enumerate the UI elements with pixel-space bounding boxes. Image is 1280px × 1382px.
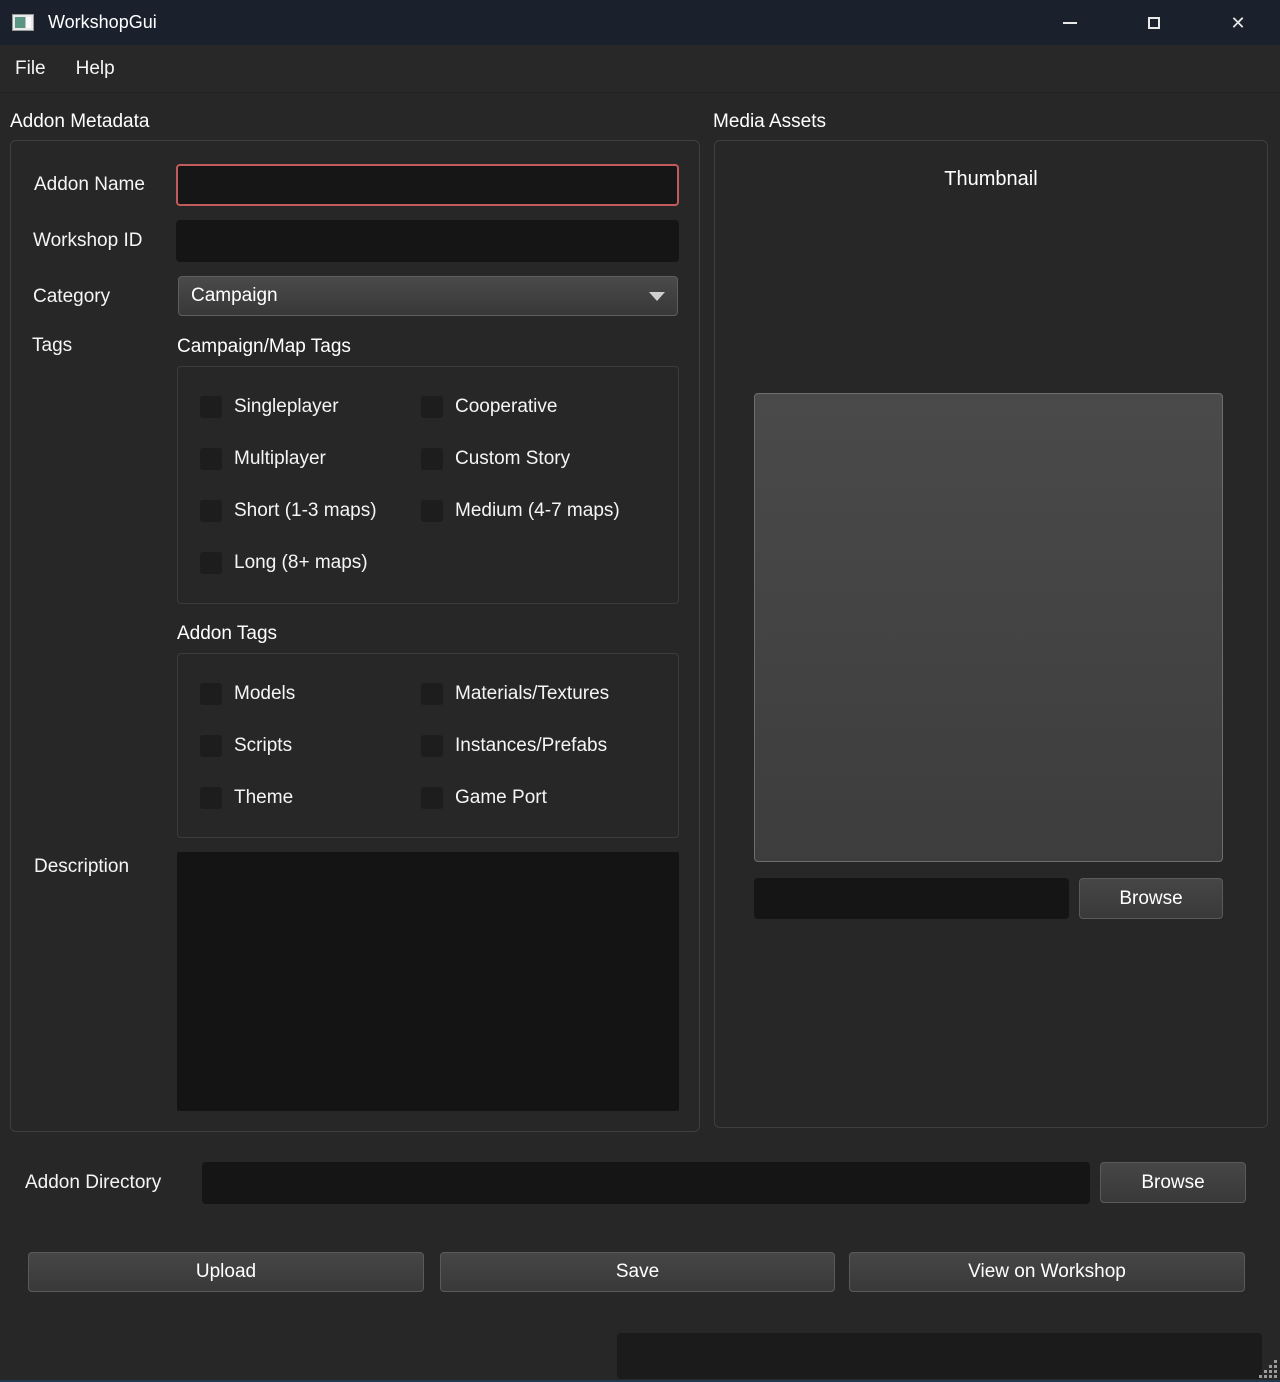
thumbnail-preview <box>754 393 1223 862</box>
checkbox-label: Theme <box>234 787 293 809</box>
campaign-map-tags-group: Singleplayer Cooperative Multiplayer Cus… <box>177 366 679 604</box>
resize-grip[interactable] <box>1258 1359 1278 1379</box>
campaign-map-tags-title: Campaign/Map Tags <box>177 336 351 358</box>
app-icon <box>12 14 34 31</box>
close-button[interactable]: ✕ <box>1196 0 1280 45</box>
checkbox-label: Materials/Textures <box>455 683 609 705</box>
checkbox-label: Medium (4-7 maps) <box>455 500 620 522</box>
upload-button[interactable]: Upload <box>28 1252 424 1292</box>
checkbox-long-maps[interactable]: Long (8+ maps) <box>200 552 421 574</box>
addon-name-label: Addon Name <box>34 174 145 196</box>
addon-directory-input[interactable] <box>202 1162 1090 1204</box>
checkbox-label: Singleplayer <box>234 396 339 418</box>
checkbox-label: Multiplayer <box>234 448 326 470</box>
description-label: Description <box>34 856 129 878</box>
description-textarea[interactable] <box>177 852 679 1111</box>
save-button[interactable]: Save <box>440 1252 835 1292</box>
checkbox-box[interactable] <box>421 787 443 809</box>
addon-directory-browse-button[interactable]: Browse <box>1100 1162 1246 1203</box>
checkbox-label: Long (8+ maps) <box>234 552 368 574</box>
checkbox-theme[interactable]: Theme <box>200 787 421 809</box>
checkbox-box[interactable] <box>200 396 222 418</box>
checkbox-custom-story[interactable]: Custom Story <box>421 448 678 470</box>
checkbox-box[interactable] <box>421 396 443 418</box>
addon-metadata-section-label: Addon Metadata <box>10 111 149 133</box>
addon-directory-label: Addon Directory <box>25 1172 161 1194</box>
thumbnail-browse-button[interactable]: Browse <box>1079 878 1223 919</box>
checkbox-box[interactable] <box>421 500 443 522</box>
workshopgui-window: WorkshopGui ✕ File Help Addon Metadata M… <box>0 0 1280 1382</box>
checkbox-box[interactable] <box>421 448 443 470</box>
checkbox-multiplayer[interactable]: Multiplayer <box>200 448 421 470</box>
window-title: WorkshopGui <box>48 12 157 33</box>
checkbox-scripts[interactable]: Scripts <box>200 735 421 757</box>
checkbox-cooperative[interactable]: Cooperative <box>421 396 678 418</box>
category-label: Category <box>33 286 110 308</box>
checkbox-box[interactable] <box>200 787 222 809</box>
checkbox-label: Short (1-3 maps) <box>234 500 377 522</box>
menu-help[interactable]: Help <box>61 45 130 92</box>
checkbox-models[interactable]: Models <box>200 683 421 705</box>
addon-name-input[interactable] <box>176 164 679 206</box>
checkbox-box[interactable] <box>200 500 222 522</box>
addon-tags-title: Addon Tags <box>177 623 277 645</box>
checkbox-box[interactable] <box>200 735 222 757</box>
app-icon-light-block <box>25 17 31 28</box>
checkbox-singleplayer[interactable]: Singleplayer <box>200 396 421 418</box>
checkbox-label: Models <box>234 683 295 705</box>
checkbox-short-maps[interactable]: Short (1-3 maps) <box>200 500 421 522</box>
thumbnail-path-input[interactable] <box>754 878 1069 919</box>
checkbox-box[interactable] <box>200 448 222 470</box>
workshop-id-input[interactable] <box>176 220 679 262</box>
checkbox-game-port[interactable]: Game Port <box>421 787 678 809</box>
tags-label: Tags <box>32 335 72 357</box>
close-icon: ✕ <box>1230 14 1245 32</box>
status-box <box>617 1333 1262 1379</box>
checkbox-box[interactable] <box>421 683 443 705</box>
titlebar: WorkshopGui ✕ <box>0 0 1280 45</box>
checkbox-box[interactable] <box>200 683 222 705</box>
checkbox-box[interactable] <box>421 735 443 757</box>
window-controls: ✕ <box>1028 0 1280 45</box>
checkbox-instances-prefabs[interactable]: Instances/Prefabs <box>421 735 678 757</box>
checkbox-medium-maps[interactable]: Medium (4-7 maps) <box>421 500 678 522</box>
menubar: File Help <box>0 45 1280 93</box>
addon-tags-group: Models Materials/Textures Scripts Instan… <box>177 653 679 838</box>
checkbox-box[interactable] <box>200 552 222 574</box>
checkbox-materials-textures[interactable]: Materials/Textures <box>421 683 678 705</box>
category-selected-value: Campaign <box>191 285 278 307</box>
checkbox-label: Instances/Prefabs <box>455 735 607 757</box>
thumbnail-label: Thumbnail <box>715 168 1267 191</box>
media-assets-group: Thumbnail Browse <box>714 140 1268 1128</box>
minimize-icon <box>1063 22 1077 24</box>
maximize-icon <box>1148 17 1160 29</box>
checkbox-label: Game Port <box>455 787 547 809</box>
menu-file[interactable]: File <box>0 45 61 92</box>
view-on-workshop-button[interactable]: View on Workshop <box>849 1252 1245 1292</box>
category-dropdown[interactable]: Campaign <box>178 276 678 316</box>
media-assets-section-label: Media Assets <box>713 111 826 133</box>
minimize-button[interactable] <box>1028 0 1112 45</box>
checkbox-label: Cooperative <box>455 396 557 418</box>
maximize-button[interactable] <box>1112 0 1196 45</box>
checkbox-label: Custom Story <box>455 448 570 470</box>
checkbox-label: Scripts <box>234 735 292 757</box>
chevron-down-icon <box>649 292 665 301</box>
workshop-id-label: Workshop ID <box>33 230 142 252</box>
addon-metadata-group: Addon Name Workshop ID Category Campaign… <box>10 140 700 1132</box>
